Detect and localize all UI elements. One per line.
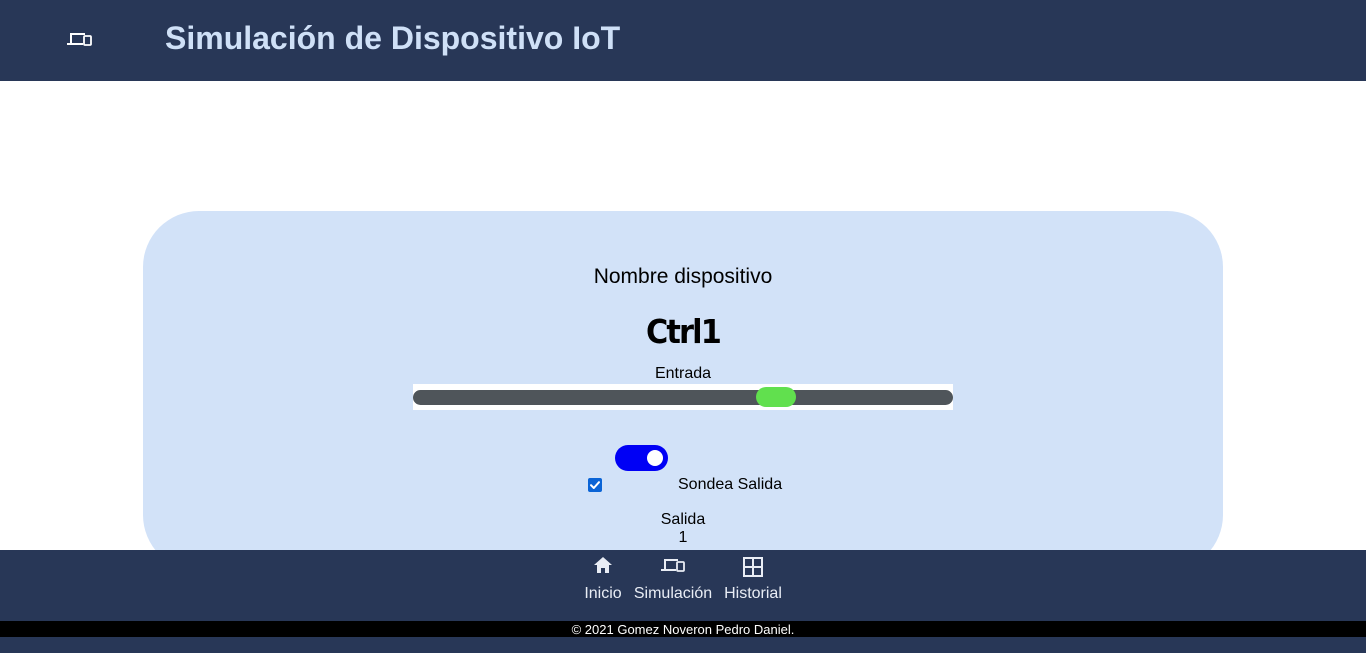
poll-output-checkbox[interactable]	[588, 478, 602, 492]
nav-item-inicio[interactable]: Inicio	[580, 550, 626, 621]
poll-output-label: Sondea Salida	[678, 476, 783, 493]
bottom-strip	[0, 637, 1366, 653]
nav-item-historial[interactable]: Historial	[720, 550, 786, 621]
nav-item-label: Simulación	[633, 585, 713, 602]
devices-icon[interactable]	[66, 29, 94, 49]
device-name: Ctrl1	[645, 312, 722, 351]
device-name-label: Nombre dispositivo	[593, 265, 773, 288]
app-header: Simulación de Dispositivo IoT	[0, 0, 1366, 81]
devices-icon	[660, 555, 686, 580]
output-value: 1	[678, 529, 688, 546]
copyright-text: © 2021 Gomez Noveron Pedro Daniel.	[571, 622, 795, 637]
output-label: Salida	[660, 511, 706, 528]
bottom-nav: Inicio Simulación Historial	[0, 550, 1366, 621]
dashboard-icon	[741, 555, 765, 584]
page-title: Simulación de Dispositivo IoT	[165, 20, 621, 56]
output-toggle[interactable]	[615, 445, 668, 471]
slider-track[interactable]	[413, 390, 953, 405]
home-icon	[592, 555, 614, 580]
input-label: Entrada	[654, 365, 712, 382]
slider-thumb[interactable]	[756, 387, 796, 407]
nav-item-simulacion[interactable]: Simulación	[630, 550, 716, 621]
input-slider[interactable]	[413, 384, 953, 410]
toggle-knob	[647, 450, 663, 466]
nav-item-label: Historial	[724, 585, 782, 602]
nav-item-label: Inicio	[584, 585, 622, 602]
